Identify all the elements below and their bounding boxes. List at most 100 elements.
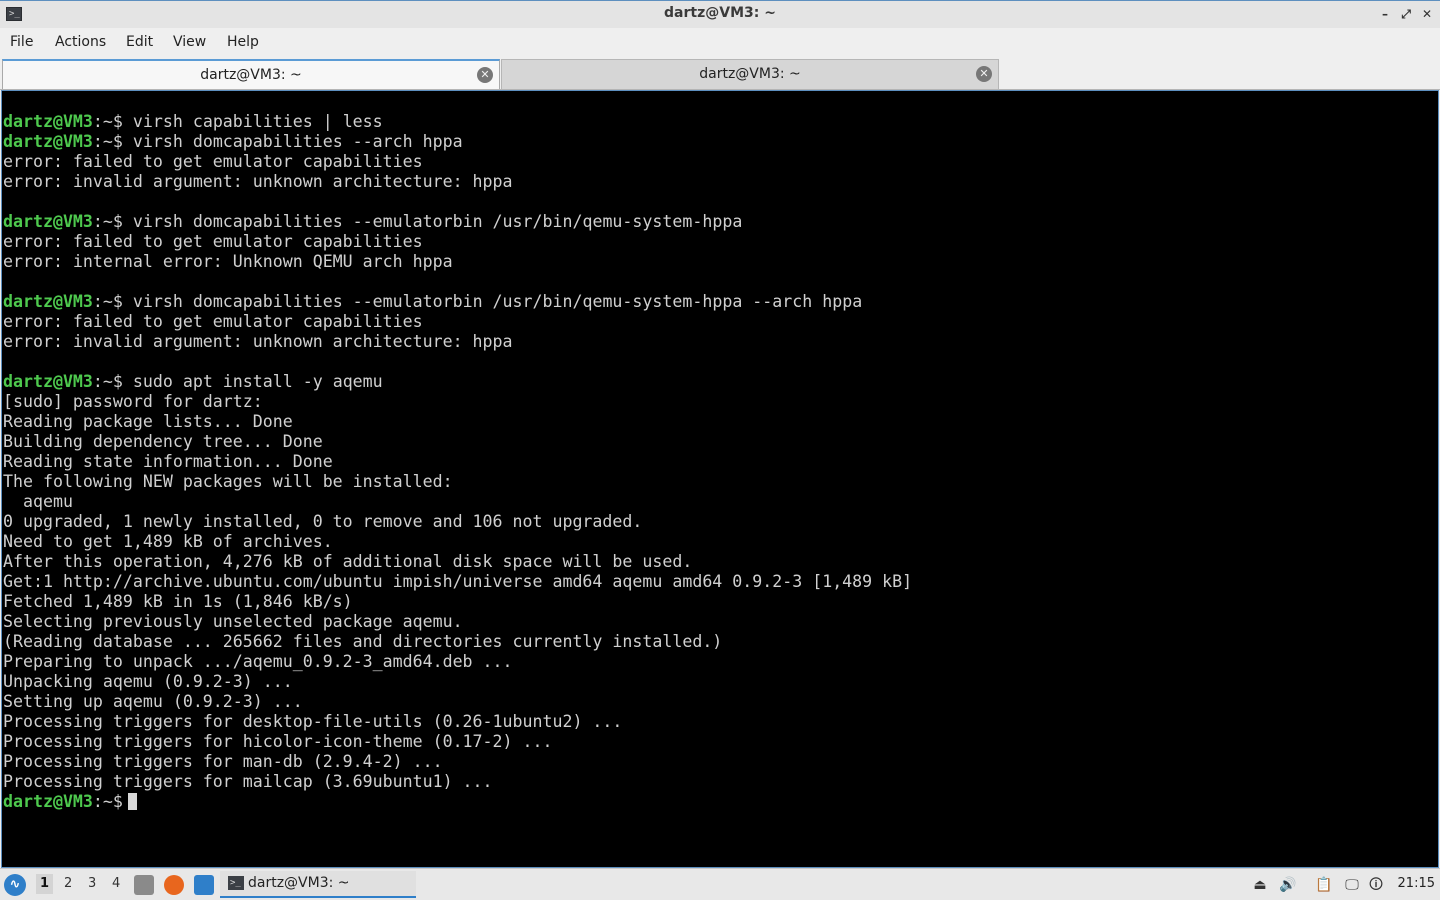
line-text: Processing triggers for man-db (2.9.4-2)… — [3, 752, 443, 771]
terminal-output-line: Selecting previously unselected package … — [3, 612, 912, 632]
lubuntu-start-icon[interactable]: ∿ — [4, 874, 26, 896]
maximize-icon[interactable]: ⤢ — [1397, 5, 1415, 23]
terminal-output-line: Get:1 http://archive.ubuntu.com/ubuntu i… — [3, 572, 912, 592]
terminal-output-line: Reading package lists... Done — [3, 412, 912, 432]
prompt-path: :~$ — [92, 132, 123, 151]
prompt-path: :~$ — [92, 112, 123, 131]
terminal-output-line: Fetched 1,489 kB in 1s (1,846 kB/s) — [3, 592, 912, 612]
terminal-command-line: dartz@VM3:~$ virsh domcapabilities --emu… — [3, 292, 912, 312]
line-text: After this operation, 4,276 kB of additi… — [3, 552, 693, 571]
taskbar: ∿ 1 2 3 4 >_ dartz@VM3: ~ ⏏ 🔊 📋 🖵 🛈 21:1… — [0, 868, 1440, 900]
line-text: aqemu — [3, 492, 73, 511]
terminal-output-line: 0 upgraded, 1 newly installed, 0 to remo… — [3, 512, 912, 532]
menu-bar: File Actions Edit View Help — [0, 28, 1440, 56]
desktop-2-button[interactable]: 2 — [64, 876, 72, 891]
line-text: virsh domcapabilities --emulatorbin /usr… — [122, 292, 863, 311]
terminal-command-line: dartz@VM3:~$ — [3, 792, 912, 812]
terminal-command-line: dartz@VM3:~$ virsh capabilities | less — [3, 112, 912, 132]
terminal-window: >_ dartz@VM3: ~ – ⤢ ✕ File Actions Edit … — [0, 0, 1440, 868]
menu-help[interactable]: Help — [227, 34, 259, 50]
update-notifier-icon[interactable]: 🛈 — [1366, 875, 1386, 895]
terminal-lines: dartz@VM3:~$ virsh capabilities | less da… — [3, 112, 912, 812]
firefox-icon[interactable] — [164, 875, 184, 895]
menu-actions[interactable]: Actions — [55, 34, 106, 50]
line-text: Preparing to unpack .../aqemu_0.9.2-3_am… — [3, 652, 513, 671]
line-text: error: failed to get emulator capabiliti… — [3, 152, 423, 171]
prompt-user: dartz@VM3 — [3, 132, 93, 151]
line-text: virsh capabilities | less — [122, 112, 383, 131]
terminal-output-line: [sudo] password for dartz: — [3, 392, 912, 412]
prompt-user: dartz@VM3 — [3, 372, 93, 391]
close-icon[interactable]: ✕ — [1418, 5, 1436, 23]
terminal-output-line: error: failed to get emulator capabiliti… — [3, 232, 912, 252]
terminal-cursor — [127, 793, 137, 810]
terminal-output-line: (Reading database ... 265662 files and d… — [3, 632, 912, 652]
clipboard-icon[interactable]: 📋 — [1314, 875, 1334, 895]
minimize-icon[interactable]: – — [1376, 5, 1394, 23]
terminal-output-line: error: invalid argument: unknown archite… — [3, 332, 912, 352]
line-text: virsh domcapabilities --arch hppa — [122, 132, 463, 151]
terminal-output-line: Setting up aqemu (0.9.2-3) ... — [3, 692, 912, 712]
tab-terminal-2[interactable]: dartz@VM3: ~ ✕ — [501, 59, 999, 89]
line-text: Reading state information... Done — [3, 452, 333, 471]
terminal-output-line: error: failed to get emulator capabiliti… — [3, 152, 912, 172]
line-text: [sudo] password for dartz: — [3, 392, 263, 411]
network-icon[interactable]: 🖵 — [1342, 875, 1362, 895]
terminal-output[interactable]: dartz@VM3:~$ virsh capabilities | less da… — [1, 90, 1439, 868]
terminal-output-line: error: invalid argument: unknown archite… — [3, 172, 912, 192]
terminal-output-line: aqemu — [3, 492, 912, 512]
terminal-output-line: Building dependency tree... Done — [3, 432, 912, 452]
terminal-output-line: Processing triggers for man-db (2.9.4-2)… — [3, 752, 912, 772]
terminal-command-line: dartz@VM3:~$ virsh domcapabilities --arc… — [3, 132, 912, 152]
line-text: virsh domcapabilities --emulatorbin /usr… — [122, 212, 743, 231]
terminal-icon: >_ — [228, 876, 244, 890]
tab-label: dartz@VM3: ~ — [699, 66, 801, 82]
line-text: error: failed to get emulator capabiliti… — [3, 232, 423, 251]
line-text: Setting up aqemu (0.9.2-3) ... — [3, 692, 303, 711]
terminal-output-line: Processing triggers for mailcap (3.69ubu… — [3, 772, 912, 792]
prompt-user: dartz@VM3 — [3, 112, 93, 131]
line-text: Get:1 http://archive.ubuntu.com/ubuntu i… — [3, 572, 913, 591]
line-text: Selecting previously unselected package … — [3, 612, 463, 631]
tab-close-icon[interactable]: ✕ — [477, 67, 493, 83]
menu-edit[interactable]: Edit — [126, 34, 153, 50]
line-text: 0 upgraded, 1 newly installed, 0 to remo… — [3, 512, 643, 531]
title-bar[interactable]: >_ dartz@VM3: ~ – ⤢ ✕ — [0, 0, 1440, 28]
prompt-user: dartz@VM3 — [3, 292, 93, 311]
line-text: Building dependency tree... Done — [3, 432, 323, 451]
terminal-output-line: Processing triggers for hicolor-icon-the… — [3, 732, 912, 752]
line-text: Fetched 1,489 kB in 1s (1,846 kB/s) — [3, 592, 353, 611]
terminal-output-line: Preparing to unpack .../aqemu_0.9.2-3_am… — [3, 652, 912, 672]
clock: 21:15 — [1397, 876, 1435, 891]
line-text: Reading package lists... Done — [3, 412, 293, 431]
taskbar-task-terminal[interactable]: >_ dartz@VM3: ~ — [220, 871, 416, 898]
menu-file[interactable]: File — [10, 34, 33, 50]
tab-terminal-1[interactable]: dartz@VM3: ~ ✕ — [2, 59, 500, 89]
line-text: error: invalid argument: unknown archite… — [3, 332, 513, 351]
line-text: Processing triggers for desktop-file-uti… — [3, 712, 623, 731]
terminal-output-line: error: internal error: Unknown QEMU arch… — [3, 252, 912, 272]
menu-view[interactable]: View — [173, 34, 206, 50]
terminal-output-line: Unpacking aqemu (0.9.2-3) ... — [3, 672, 912, 692]
prompt-path: :~$ — [92, 372, 123, 391]
volume-icon[interactable]: 🔊 — [1278, 875, 1298, 895]
prompt-user: dartz@VM3 — [3, 212, 93, 231]
task-label: dartz@VM3: ~ — [248, 875, 350, 891]
desktop-3-button[interactable]: 3 — [88, 876, 96, 891]
line-text: error: internal error: Unknown QEMU arch… — [3, 252, 453, 271]
desktop-1-button[interactable]: 1 — [36, 874, 54, 894]
terminal-output-line: After this operation, 4,276 kB of additi… — [3, 552, 912, 572]
show-desktop-icon[interactable] — [194, 875, 214, 895]
line-text: error: invalid argument: unknown archite… — [3, 172, 513, 191]
eject-icon[interactable]: ⏏ — [1250, 875, 1270, 895]
terminal-command-line: dartz@VM3:~$ sudo apt install -y aqemu — [3, 372, 912, 392]
prompt-path: :~$ — [92, 212, 123, 231]
line-text: Need to get 1,489 kB of archives. — [3, 532, 333, 551]
line-text: Processing triggers for mailcap (3.69ubu… — [3, 772, 493, 791]
tab-close-icon[interactable]: ✕ — [976, 66, 992, 82]
desktop-4-button[interactable]: 4 — [112, 876, 120, 891]
line-text: The following NEW packages will be insta… — [3, 472, 453, 491]
file-manager-icon[interactable] — [134, 875, 154, 895]
